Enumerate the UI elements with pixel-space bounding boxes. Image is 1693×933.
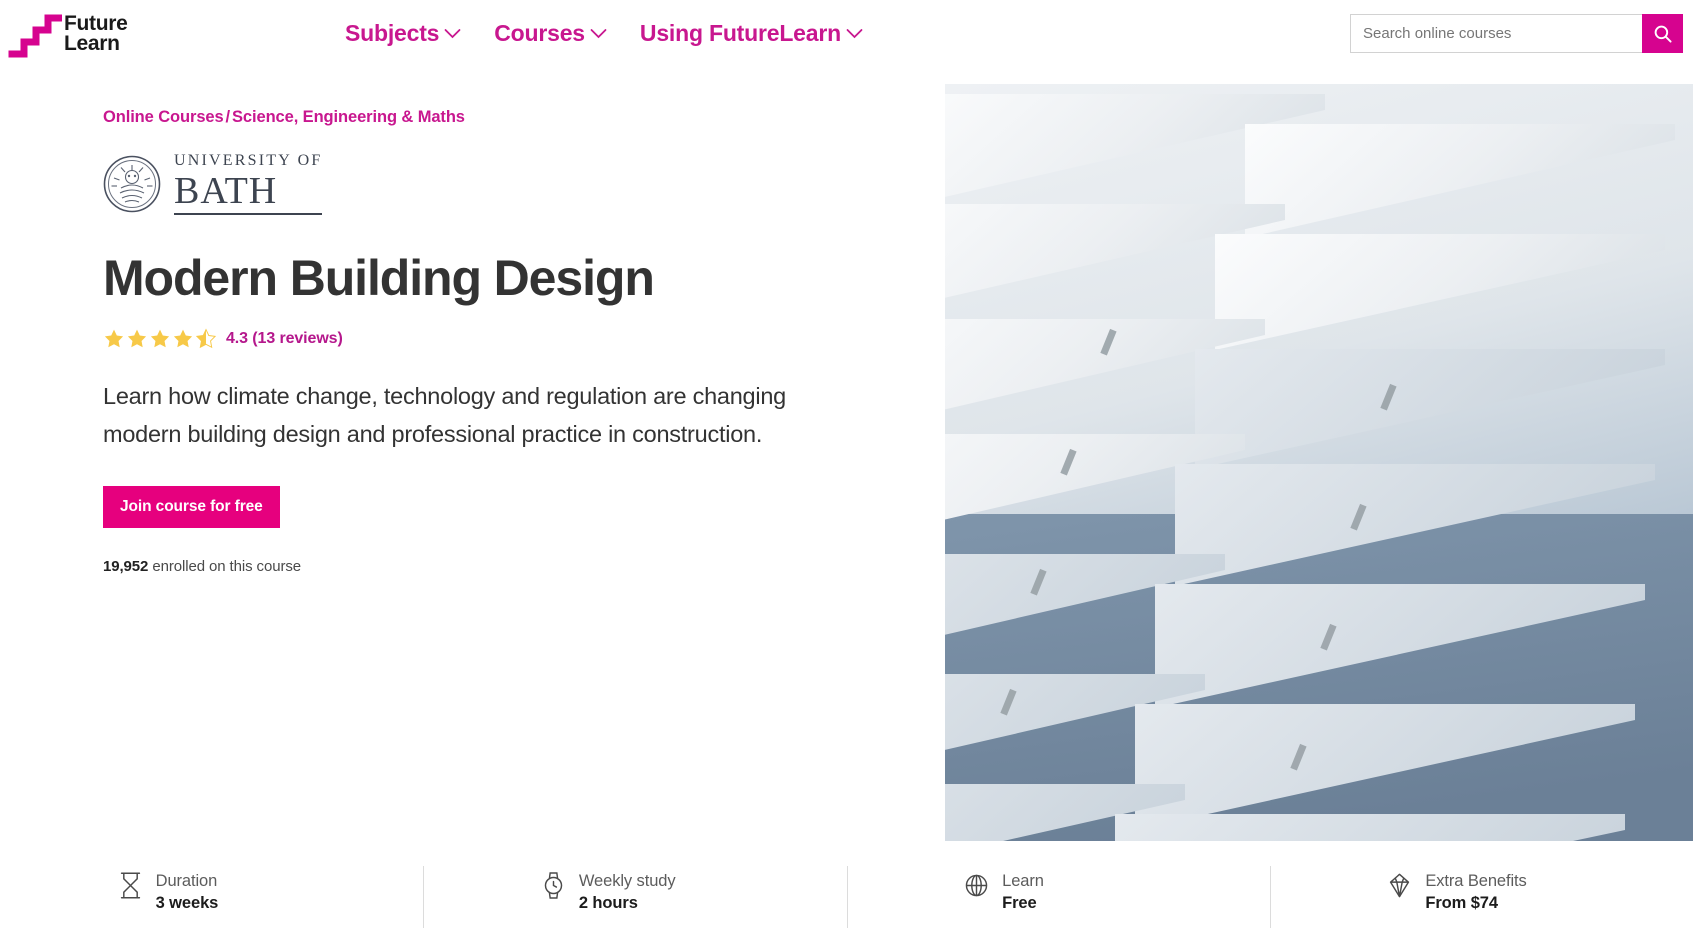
enrolled-number: 19,952 — [103, 558, 149, 576]
page-title: Modern Building Design — [103, 250, 655, 306]
stat-label: Extra Benefits — [1425, 872, 1527, 890]
site-header: Future Learn Subjects Courses Using Futu… — [0, 0, 1693, 74]
stat-label: Duration — [155, 872, 218, 890]
search-icon — [1654, 25, 1672, 43]
partner-wordmark: UNIVERSITY OF BATH — [174, 152, 323, 215]
partner-prefix: UNIVERSITY OF — [174, 152, 323, 169]
nav-item-label: Courses — [494, 20, 585, 46]
search-button[interactable] — [1642, 14, 1683, 53]
breadcrumb-separator: / — [225, 108, 231, 126]
enrolled-count: 19,952 enrolled on this course — [103, 558, 903, 575]
chevron-down-icon — [590, 29, 607, 39]
chevron-down-icon — [444, 29, 461, 39]
join-course-button[interactable]: Join course for free — [103, 486, 280, 529]
stat-label: Learn — [1002, 872, 1044, 890]
main-nav: Subjects Courses Using FutureLearn — [345, 20, 863, 47]
star-filled-icon — [173, 329, 193, 348]
hourglass-icon — [120, 872, 140, 899]
star-rating — [103, 328, 217, 349]
page-root: Future Learn Subjects Courses Using Futu… — [0, 0, 1693, 933]
logo-wordmark: Future Learn — [64, 11, 128, 55]
stat-value: Free — [1002, 894, 1037, 913]
logo-line-1: Future — [64, 11, 128, 35]
stat-value: From $74 — [1425, 894, 1498, 913]
breadcrumb-item-online-courses[interactable]: Online Courses — [103, 108, 224, 126]
search-bar — [1350, 14, 1683, 53]
nav-item-subjects[interactable]: Subjects — [345, 20, 461, 47]
hero-image — [945, 84, 1693, 841]
course-info-panel: Online Courses / Science, Engineering & Ma… — [103, 108, 903, 575]
partner-name: BATH — [174, 172, 323, 215]
chevron-down-icon — [846, 29, 863, 39]
stat-label: Weekly study — [578, 872, 676, 890]
nav-item-label: Using FutureLearn — [639, 20, 841, 46]
stat-learn: Learn Free — [846, 866, 1270, 933]
star-half-icon — [195, 328, 217, 349]
stat-value: 2 hours — [578, 894, 638, 913]
enrolled-suffix: enrolled on this course — [152, 558, 301, 576]
course-hero-image — [945, 84, 1693, 841]
course-description: Learn how climate change, technology and… — [103, 383, 786, 448]
stat-extra-benefits: Extra Benefits From $74 — [1269, 866, 1693, 933]
globe-icon — [965, 874, 988, 897]
diamond-icon — [1390, 873, 1410, 898]
course-stats-bar: Duration 3 weeks Weekly study 2 hours Le… — [0, 866, 1693, 933]
nav-item-courses[interactable]: Courses — [494, 20, 607, 47]
staircase-icon — [8, 14, 62, 58]
rating-label: 4.3 (13 reviews) — [226, 329, 343, 347]
search-input[interactable] — [1350, 14, 1642, 53]
logo-line-2: Learn — [64, 32, 120, 55]
star-filled-icon — [127, 329, 147, 348]
star-filled-icon — [150, 329, 170, 348]
stat-value: 3 weeks — [155, 894, 219, 913]
breadcrumb-item-category[interactable]: Science, Engineering & Maths — [232, 108, 465, 126]
star-filled-icon — [104, 329, 124, 348]
course-rating[interactable]: 4.3 (13 reviews) — [103, 328, 903, 349]
watch-icon — [544, 872, 563, 899]
stat-duration: Duration 3 weeks — [0, 866, 423, 933]
partner-logo-university-of-bath[interactable]: UNIVERSITY OF BATH — [103, 152, 903, 215]
breadcrumb: Online Courses / Science, Engineering & Ma… — [103, 108, 903, 127]
university-crest-icon — [103, 155, 161, 213]
nav-item-using-futurelearn[interactable]: Using FutureLearn — [640, 20, 863, 47]
stat-weekly-study: Weekly study 2 hours — [423, 866, 846, 933]
nav-item-label: Subjects — [345, 20, 440, 46]
futurelearn-logo[interactable]: Future Learn — [8, 3, 138, 65]
